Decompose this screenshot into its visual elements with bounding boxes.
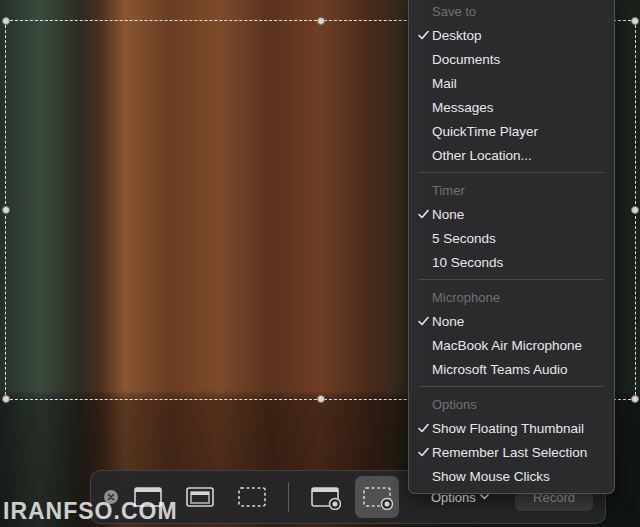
record-screen-button[interactable] bbox=[303, 476, 347, 518]
check-slot bbox=[418, 339, 432, 351]
resize-handle[interactable] bbox=[2, 395, 10, 403]
check-slot bbox=[418, 208, 432, 220]
resize-handle[interactable] bbox=[631, 395, 639, 403]
check-slot bbox=[418, 232, 432, 244]
check-slot bbox=[418, 29, 432, 41]
menu-section-header: Options bbox=[409, 392, 614, 416]
check-slot bbox=[418, 77, 432, 89]
check-slot bbox=[418, 149, 432, 161]
menu-separator bbox=[419, 386, 604, 387]
menu-item[interactable]: Other Location... bbox=[409, 143, 614, 167]
record-selection-icon bbox=[361, 484, 393, 510]
check-slot bbox=[418, 363, 432, 375]
menu-item[interactable]: 10 Seconds bbox=[409, 250, 614, 274]
window-icon bbox=[184, 484, 216, 510]
record-selection-button[interactable] bbox=[355, 476, 399, 518]
check-slot bbox=[418, 101, 432, 113]
menu-item[interactable]: Messages bbox=[409, 95, 614, 119]
menu-separator bbox=[419, 172, 604, 173]
record-screen-icon bbox=[309, 484, 341, 510]
menu-item[interactable]: Show Mouse Clicks bbox=[409, 464, 614, 488]
resize-handle[interactable] bbox=[317, 17, 325, 25]
menu-item[interactable]: Remember Last Selection bbox=[409, 440, 614, 464]
check-slot bbox=[418, 125, 432, 137]
menu-separator bbox=[419, 279, 604, 280]
watermark: IRANFSO.COM bbox=[3, 498, 178, 525]
check-icon bbox=[418, 447, 429, 457]
menu-section-header: Timer bbox=[409, 178, 614, 202]
check-slot bbox=[418, 315, 432, 327]
check-slot bbox=[418, 422, 432, 434]
screenshot-screen: OptionsRecordSave toDesktopDocumentsMail… bbox=[0, 0, 640, 527]
menu-item[interactable]: Show Floating Thumbnail bbox=[409, 416, 614, 440]
check-icon bbox=[418, 423, 429, 433]
resize-handle[interactable] bbox=[317, 395, 325, 403]
menu-item[interactable]: Mail bbox=[409, 71, 614, 95]
check-slot bbox=[418, 470, 432, 482]
menu-item[interactable]: Microsoft Teams Audio bbox=[409, 357, 614, 381]
options-menu: Save toDesktopDocumentsMailMessagesQuick… bbox=[408, 0, 615, 494]
check-slot bbox=[418, 256, 432, 268]
chevron-down-icon bbox=[480, 494, 489, 500]
selection-icon bbox=[236, 484, 268, 510]
resize-handle[interactable] bbox=[2, 206, 10, 214]
selection-button[interactable] bbox=[230, 476, 274, 518]
check-icon bbox=[418, 30, 429, 40]
menu-section-header: Save to bbox=[409, 0, 614, 23]
menu-item[interactable]: Desktop bbox=[409, 23, 614, 47]
menu-item[interactable]: None bbox=[409, 309, 614, 333]
resize-handle[interactable] bbox=[2, 17, 10, 25]
menu-section-header: Microphone bbox=[409, 285, 614, 309]
check-slot bbox=[418, 446, 432, 458]
resize-handle[interactable] bbox=[631, 17, 639, 25]
check-icon bbox=[418, 316, 429, 326]
resize-handle[interactable] bbox=[631, 206, 639, 214]
menu-item[interactable]: 5 Seconds bbox=[409, 226, 614, 250]
menu-item[interactable]: None bbox=[409, 202, 614, 226]
menu-item[interactable]: QuickTime Player bbox=[409, 119, 614, 143]
menu-item[interactable]: Documents bbox=[409, 47, 614, 71]
window-button[interactable] bbox=[178, 476, 222, 518]
menu-item[interactable]: MacBook Air Microphone bbox=[409, 333, 614, 357]
check-slot bbox=[418, 53, 432, 65]
toolbar-divider bbox=[288, 482, 289, 512]
check-icon bbox=[418, 209, 429, 219]
